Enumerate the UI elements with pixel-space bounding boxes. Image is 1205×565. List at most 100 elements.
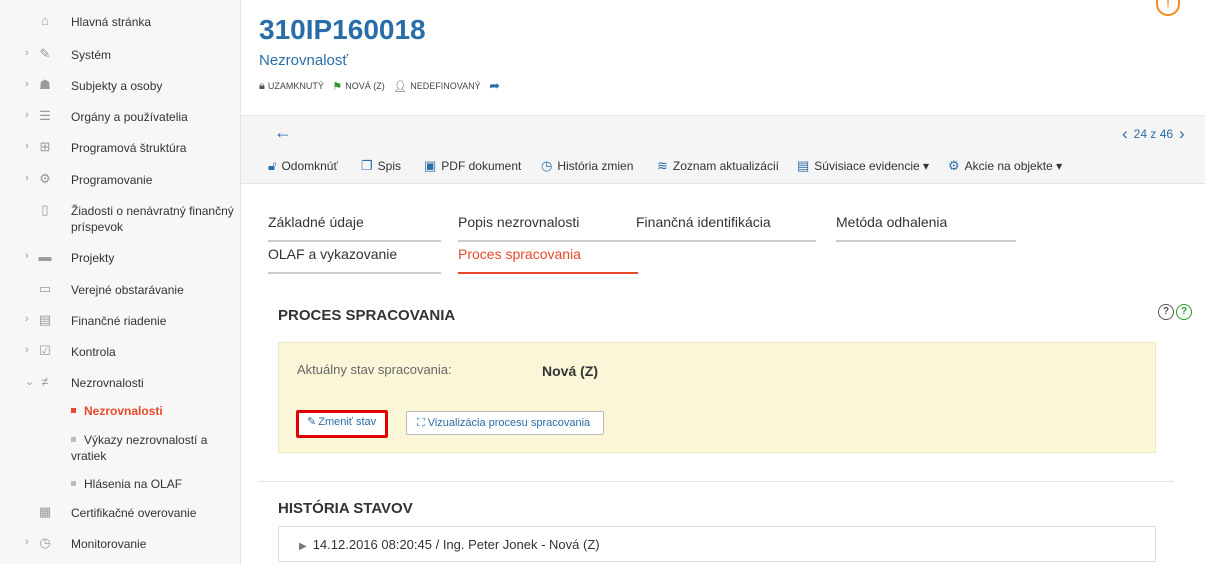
state-label: Aktuálny stav spracovania: [297,362,452,377]
not-equal-icon: ≠ [41,374,49,389]
sidebar-subitem-reports[interactable]: Výkazy nezrovnalostí a vratiek [71,432,236,464]
back-arrow-icon[interactable]: ← [274,122,292,143]
pencil-icon: ✎ [307,416,317,428]
sidebar-item-label: Monitorovanie [71,537,147,551]
visualize-process-button[interactable]: ⛶ Vizualizácia procesu spracovania [406,411,604,435]
sidebar-item-label: Hlavná stránka [71,15,152,29]
tab-description[interactable]: Popis nezrovnalosti [458,214,638,242]
gauge-icon: ◷ [39,535,51,550]
file-button[interactable]: ❐ Spis [361,158,401,174]
sidebar-item-label: Certifikačné overovanie [71,506,197,520]
pdf-label: PDF dokument [441,159,522,173]
sidebar-subitem-label: Nezrovnalosti [84,404,163,418]
chevron-right-icon: › [25,536,29,548]
chevron-right-icon: › [25,47,29,59]
layers-icon: ≋ [657,158,668,173]
sidebar-item-label: Verejné obstarávanie [71,283,184,297]
sidebar-item-label: Systém [71,48,112,62]
tab-olaf-reporting[interactable]: OLAF a vykazovanie [268,246,441,274]
actions-label: Akcie na objekte [964,159,1053,173]
sidebar-subitem-olaf[interactable]: Hlásenia na OLAF [71,476,236,492]
tab-processing[interactable]: Proces spracovania [458,246,638,274]
chevron-right-icon: › [25,109,29,121]
chevron-right-icon: › [25,313,29,325]
triangle-right-icon: ▶ [299,541,307,552]
inbox-icon: ▤ [797,158,810,173]
user-icon: 👤︎ [393,80,408,93]
sidebar-item-label: Programovanie [71,173,153,187]
change-state-button[interactable]: ✎ Zmeniť stav [296,410,388,438]
copy-icon: ❐ [361,158,373,173]
cogs-icon: ⚙ [39,171,51,186]
caret-down-icon: ▾ [923,159,930,173]
section-title: PROCES SPRACOVANIA [278,307,456,324]
unlock-label: Odomknúť [281,159,338,173]
finance-icon: ▤ [38,312,52,327]
help-icon[interactable]: ? [1158,304,1174,320]
expand-icon: ⛶ [417,417,425,429]
tab-label: Finančná identifikácia [636,214,771,230]
inbox-icon: ▭ [38,281,52,296]
sidebar-item-label: Finančné riadenie [71,314,167,328]
history-button[interactable]: ◷ História zmien [541,158,633,174]
chevron-right-icon[interactable]: › [1179,124,1185,143]
tab-label: Proces spracovania [458,246,581,262]
sidebar-item-label: Projekty [71,251,115,265]
info-icon[interactable]: ! [1156,0,1180,16]
tab-label: Základné údaje [268,214,364,230]
lock-icon: 🔒︎ [259,79,265,92]
chevron-left-icon[interactable]: ‹ [1122,124,1128,143]
help-green-icon[interactable]: ? [1176,304,1192,320]
history-row[interactable]: ▶ 14.12.2016 08:20:45 / Ing. Peter Jonek … [278,526,1156,562]
sidebar-subitem-label: Výkazy nezrovnalostí a vratiek [71,433,208,463]
actions-dropdown[interactable]: ⚙ Akcie na objekte ▾ [948,158,1062,174]
users-icon: ☰ [39,108,51,123]
pdf-button[interactable]: ▣ PDF dokument [424,158,521,174]
pager-text: 24 z 46 [1133,127,1174,141]
chevron-right-icon: › [25,78,29,90]
save-icon: ▣ [424,158,437,173]
history-entry: 14.12.2016 08:20:45 / Ing. Peter Jonek -… [312,537,600,552]
wrench-icon: ✎ [39,46,51,61]
sidebar-item-label: Nezrovnalosti [71,376,144,390]
tab-detection-method[interactable]: Metóda odhalenia [836,214,1016,242]
bullet-icon [71,481,76,487]
tab-label: Popis nezrovnalosti [458,214,580,230]
chevron-right-icon: › [25,250,29,262]
file-label: Spis [377,159,401,173]
chevron-down-icon: ⌄ [25,376,35,388]
sidebar-item-label: Žiadosti o nenávratný finančný príspevok [71,204,234,234]
page-title: 310IP160018 [259,14,426,45]
related-dropdown[interactable]: ▤ Súvisiace evidencie ▾ [797,158,929,174]
bullet-icon [71,408,76,414]
sidebar-subitem-label: Hlásenia na OLAF [84,477,183,491]
folder-icon: ▬ [38,249,52,264]
tab-financial-identification[interactable]: Finančná identifikácia [636,214,816,242]
change-state-label: Zmeniť stav [318,416,377,428]
people-icon: ☗ [39,77,51,92]
sidebar: ⌂ Hlavná stránka › ✎ Systém › ☗ Subjekty… [0,0,241,564]
object-type: Nezrovnalosť [259,52,348,69]
checkbox-icon: ☑ [39,343,51,358]
unlock-icon: 🔓︎ [268,158,277,173]
share-icon[interactable]: ➦ [489,78,500,93]
status-line: 🔒︎ UZAMKNUTÝ ⚑ NOVÁ (Z) 👤︎ NEDEFINOVANÝ ➦ [259,78,503,94]
sitemap-icon: ⊞ [39,139,51,154]
updates-label: Zoznam aktualizácií [672,159,779,173]
sidebar-item-label: Programová štruktúra [71,141,187,155]
unlock-button[interactable]: 🔓︎ Odomknúť [268,158,338,174]
divider [259,481,1174,482]
caret-down-icon: ▾ [1056,159,1063,173]
chevron-right-icon: › [25,172,29,184]
updates-button[interactable]: ≋ Zoznam aktualizácií [657,158,779,174]
related-label: Súvisiace evidencie [814,159,920,173]
visualize-process-label: Vizualizácia procesu spracovania [427,417,591,429]
sidebar-item-label: Orgány a používatelia [71,110,188,124]
tab-label: OLAF a vykazovanie [268,246,398,262]
tab-basic-data[interactable]: Základné údaje [268,214,441,242]
sidebar-subitem-irregularities[interactable]: Nezrovnalosti [71,403,236,419]
navigation-bar [241,115,1205,150]
home-icon: ⌂ [41,13,49,28]
state-value: Nová (Z) [542,363,598,379]
gear-icon: ⚙ [948,158,960,173]
